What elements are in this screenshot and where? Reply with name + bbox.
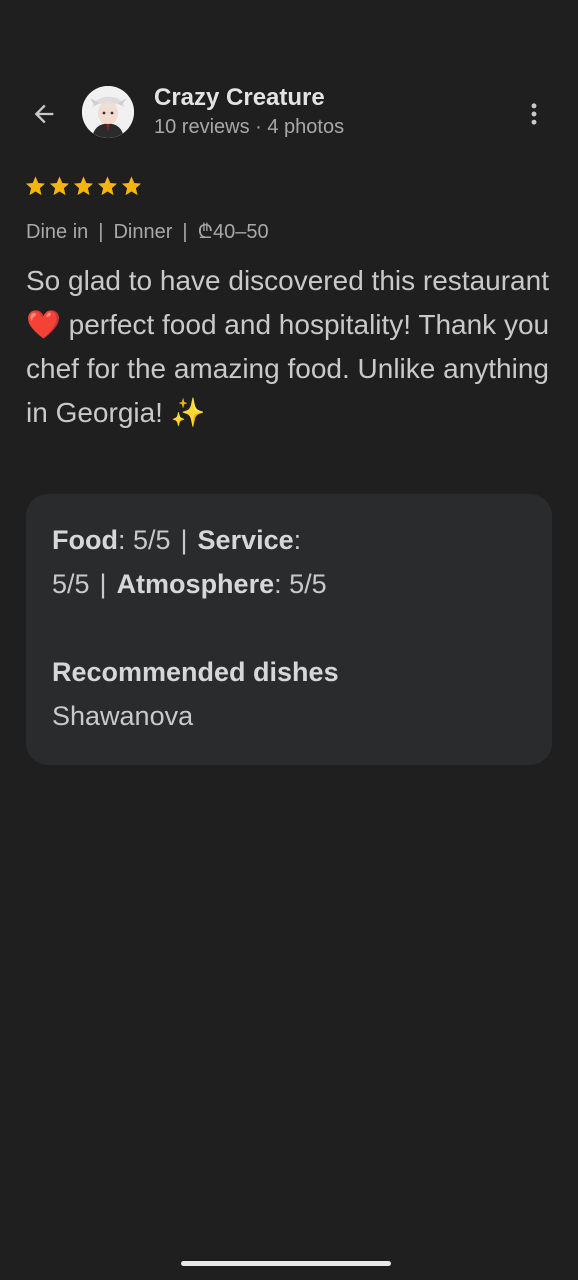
review-header: Crazy Creature 10 reviews · 4 photos (0, 84, 578, 144)
recommended-dish: Shawanova (52, 701, 194, 731)
more-vertical-icon (531, 103, 537, 125)
review-text: So glad to have discovered this restaura… (26, 265, 550, 428)
user-avatar-icon (82, 86, 134, 138)
food-value: : 5/5 (117, 525, 171, 555)
tag-meal: Dinner (113, 221, 173, 243)
star-icon (97, 176, 118, 196)
service-label: Service (197, 525, 294, 555)
visit-tags: Dine in | Dinner | ₾40–50 (26, 219, 269, 245)
atmosphere-value: : 5/5 (274, 569, 327, 599)
tag-separator: | (98, 221, 104, 243)
arrow-left-icon (34, 104, 54, 124)
recommended-dishes-title: Recommended dishes (52, 657, 339, 687)
star-icon (49, 176, 70, 196)
reviewer-meta: 10 reviews · 4 photos (154, 116, 345, 138)
reviewer-name[interactable]: Crazy Creature (154, 84, 325, 112)
sub-ratings: Food: 5/5 | Service: 5/5 | Atmosphere: 5/5 (52, 518, 372, 606)
review-details-card: Food: 5/5 | Service: 5/5 | Atmosphere: 5/5 R… (26, 494, 552, 765)
tag-price: ₾40–50 (197, 221, 269, 243)
ratings-separator: | (180, 525, 188, 555)
star-icon (121, 176, 142, 196)
ratings-separator: | (99, 569, 107, 599)
back-button[interactable] (24, 94, 64, 134)
avatar[interactable] (82, 86, 134, 138)
tag-dine-in: Dine in (26, 221, 89, 243)
home-indicator[interactable] (181, 1261, 391, 1266)
star-icon (25, 176, 46, 196)
food-label: Food (52, 525, 118, 555)
more-options-button[interactable] (514, 94, 554, 134)
tag-separator: | (182, 221, 188, 243)
atmosphere-label: Atmosphere (116, 569, 275, 599)
star-rating (24, 174, 143, 198)
star-icon (73, 176, 94, 196)
